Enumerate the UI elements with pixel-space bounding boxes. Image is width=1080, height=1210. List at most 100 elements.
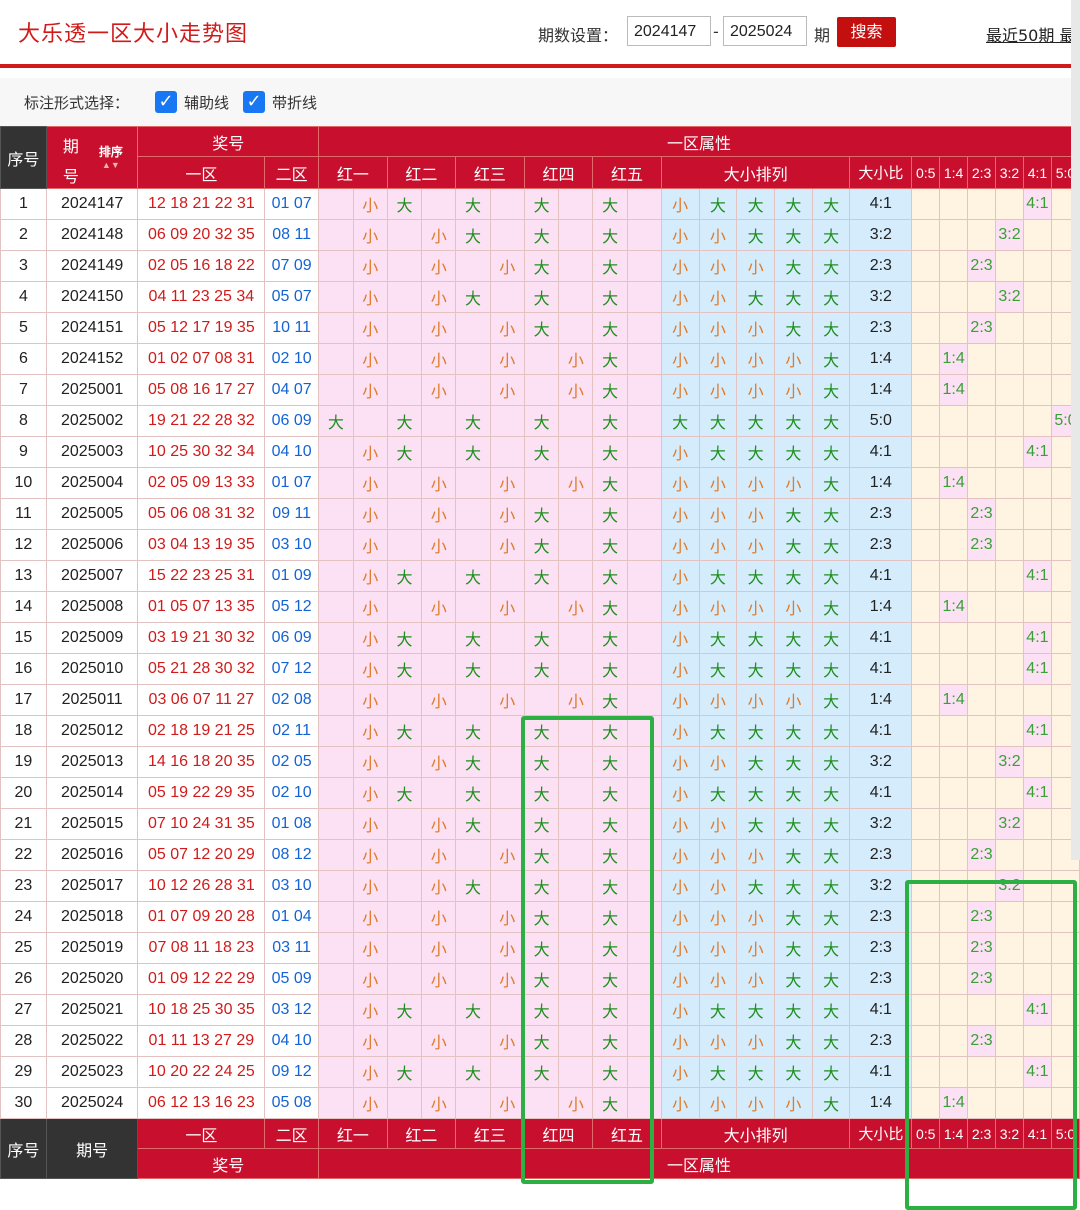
- pos2-big-cell: 大: [386, 436, 423, 468]
- dist-cell: [939, 994, 969, 1026]
- search-button[interactable]: 搜索: [837, 17, 896, 47]
- table-row: 19 2025013 14 16 18 20 35 02 05 小小大大大小小大大大 3:…: [0, 746, 1080, 778]
- pos3-big-cell: 大: [455, 560, 491, 592]
- pos4-small-cell: [558, 808, 594, 840]
- period-start-input[interactable]: 2024147: [627, 16, 711, 46]
- dist-cell: [1022, 932, 1052, 964]
- arrange-cell: 大: [811, 901, 851, 933]
- dist-cell: [995, 560, 1024, 592]
- row-period: 2025007: [45, 560, 139, 592]
- row-front-numbers: 10 12 26 28 31: [137, 870, 266, 902]
- table-row: 25 2025019 07 08 11 18 23 03 11 小小小大大小小小大大 2:…: [0, 932, 1080, 964]
- dist-cell: 3:2: [995, 746, 1024, 778]
- table-row: 23 2025017 10 12 26 28 31 03 10 小小大大大小小大大大 3:…: [0, 870, 1080, 902]
- dist-cell: [939, 839, 969, 871]
- arrange-cell: 大: [773, 498, 813, 530]
- aux-line-label[interactable]: 辅助线: [184, 92, 229, 113]
- footer-pos-5: 红五: [592, 1118, 662, 1149]
- row-ratio: 2:3: [849, 529, 913, 561]
- dist-cell: 3:2: [995, 281, 1024, 313]
- arrange-cell: 小: [698, 1087, 738, 1119]
- row-seq: 12: [0, 529, 47, 561]
- pos5-big-cell: 大: [592, 746, 629, 778]
- recent-50-link[interactable]: 最近50期 最: [986, 22, 1075, 46]
- fold-line-label[interactable]: 带折线: [272, 92, 317, 113]
- dist-cell: [911, 560, 941, 592]
- row-ratio: 2:3: [849, 963, 913, 995]
- arrange-cell: 小: [698, 343, 738, 375]
- pos4-small-cell: 小: [558, 1087, 594, 1119]
- pos2-big-cell: [386, 1025, 423, 1057]
- pos2-big-cell: [386, 250, 423, 282]
- footer-dist-50: 5:0: [1050, 1118, 1080, 1149]
- aux-line-checkbox[interactable]: ✓: [155, 91, 177, 113]
- row-front-numbers: 02 05 09 13 33: [137, 467, 266, 499]
- arrange-cell: 大: [811, 808, 851, 840]
- pos1-big-cell: [318, 994, 354, 1026]
- arrange-cell: 小: [698, 219, 738, 251]
- pos3-big-cell: 大: [455, 870, 491, 902]
- arrange-cell: 小: [698, 808, 738, 840]
- arrange-cell: 小: [660, 932, 700, 964]
- pos4-big-cell: 大: [523, 405, 560, 437]
- dist-cell: [911, 188, 941, 220]
- dist-cell: 2:3: [967, 498, 997, 530]
- dist-cell: [911, 281, 941, 313]
- pos5-small-cell: [627, 250, 662, 282]
- arrange-cell: 大: [698, 994, 738, 1026]
- pos1-small-cell: 小: [352, 963, 388, 995]
- row-back-numbers: 04 07: [264, 374, 320, 406]
- arrange-cell: 大: [811, 529, 851, 561]
- arrange-cell: 大: [811, 1025, 851, 1057]
- pos3-small-cell: 小: [489, 839, 525, 871]
- header-ratio: 大小比: [849, 156, 913, 189]
- dist-cell: 3:2: [995, 219, 1024, 251]
- header-dist-23: 2:3: [967, 156, 997, 189]
- dist-cell: [967, 281, 997, 313]
- fold-line-checkbox[interactable]: ✓: [243, 91, 265, 113]
- pos5-big-cell: 大: [592, 1025, 629, 1057]
- dist-cell: [1022, 839, 1052, 871]
- pos5-big-cell: 大: [592, 560, 629, 592]
- dist-cell: [1022, 343, 1052, 375]
- pos2-big-cell: 大: [386, 653, 423, 685]
- pos2-big-cell: [386, 467, 423, 499]
- pos4-small-cell: [558, 250, 594, 282]
- dist-cell: [1050, 1087, 1080, 1119]
- sort-button[interactable]: 排序 ▲▼: [99, 143, 123, 170]
- period-end-input[interactable]: 2025024: [723, 16, 807, 46]
- dist-cell: [967, 560, 997, 592]
- arrange-cell: 小: [660, 498, 700, 530]
- pos3-small-cell: [489, 560, 525, 592]
- pos2-small-cell: 小: [421, 250, 457, 282]
- header-pos-2: 红二: [386, 156, 457, 189]
- dist-cell: 1:4: [939, 684, 969, 716]
- arrange-cell: 小: [660, 684, 700, 716]
- row-back-numbers: 02 11: [264, 715, 320, 747]
- dist-cell: [1022, 963, 1052, 995]
- header-period[interactable]: 期 号 排序 ▲▼: [45, 126, 139, 189]
- arrange-cell: 小: [773, 374, 813, 406]
- row-front-numbers: 03 06 07 11 27: [137, 684, 266, 716]
- vertical-scrollbar[interactable]: [1071, 0, 1080, 860]
- pos4-big-cell: 大: [523, 839, 560, 871]
- table-row: 2 2024148 06 09 20 32 35 08 11 小小大大大小小大大大 3:2…: [0, 219, 1080, 251]
- footer-dist-14: 1:4: [939, 1118, 969, 1149]
- arrange-cell: 大: [811, 467, 851, 499]
- row-seq: 13: [0, 560, 47, 592]
- arrange-cell: 小: [660, 374, 700, 406]
- dist-cell: [995, 467, 1024, 499]
- arrange-cell: 大: [736, 281, 775, 313]
- arrange-cell: 大: [736, 994, 775, 1026]
- dist-cell: [967, 467, 997, 499]
- row-front-numbers: 07 10 24 31 35: [137, 808, 266, 840]
- pos3-big-cell: 大: [455, 994, 491, 1026]
- row-ratio: 4:1: [849, 560, 913, 592]
- row-ratio: 2:3: [849, 250, 913, 282]
- pos5-small-cell: [627, 932, 662, 964]
- pos3-big-cell: 大: [455, 808, 491, 840]
- row-seq: 15: [0, 622, 47, 654]
- pos5-small-cell: [627, 374, 662, 406]
- pos5-big-cell: 大: [592, 312, 629, 344]
- arrange-cell: 小: [698, 312, 738, 344]
